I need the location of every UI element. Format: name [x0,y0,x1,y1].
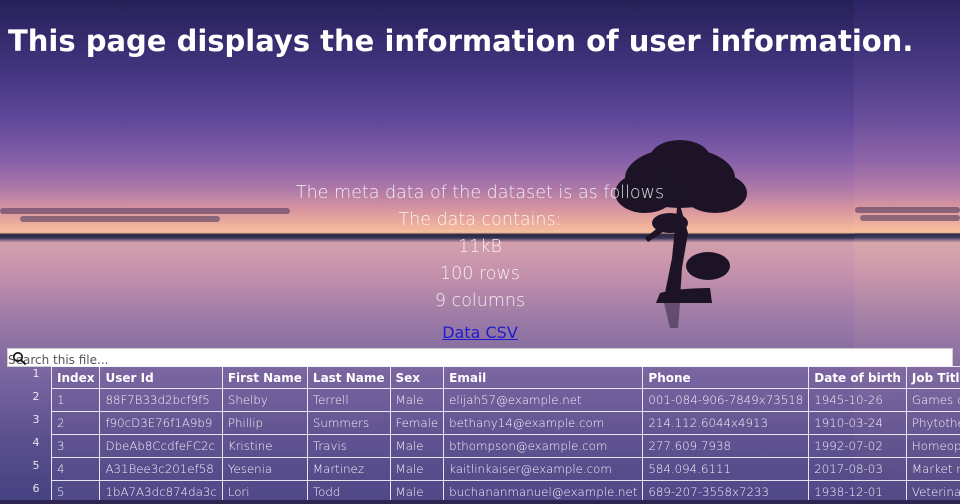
cell-user-id: 88F7B33d2bcf9f5 [100,389,222,412]
meta-rows: 100 rows [0,261,960,288]
cell-job-title: Market researcher [906,458,960,481]
cell-user-id: DbeAb8CcdfeFC2c [100,435,222,458]
cell-job-title: Veterinary surgeon [906,481,960,501]
cell-email: buchananmanuel@example.net [444,481,643,501]
column-header[interactable]: Date of birth [809,367,907,389]
cell-last-name: Terrell [307,389,390,412]
column-header[interactable]: Last Name [307,367,390,389]
cell-sex: Male [390,481,444,501]
cell-first-name: Yesenia [222,458,307,481]
cell-last-name: Travis [307,435,390,458]
cell-last-name: Summers [307,412,390,435]
cell-index: 4 [52,458,100,481]
table-row: 2 f90cD3E76f1A9b9 Phillip Summers Female… [52,412,960,435]
cell-dob: 1945-10-26 [809,389,907,412]
cell-user-id: 1bA7A3dc874da3c [100,481,222,501]
table-row: 4 A31Bee3c201ef58 Yesenia Martinez Male … [52,458,960,481]
meta-line: The data contains: [0,207,960,234]
cell-first-name: Lori [222,481,307,501]
cell-index: 3 [52,435,100,458]
row-number: 5 [26,458,46,481]
csv-link-container: Data CSV [0,323,960,342]
row-number: 1 [26,366,46,389]
cell-dob: 1910-03-24 [809,412,907,435]
column-header[interactable]: Job Title [906,367,960,389]
cell-dob: 1938-12-01 [809,481,907,501]
cell-phone: 001-084-906-7849x73518 [643,389,809,412]
cell-first-name: Kristine [222,435,307,458]
cell-job-title: Phytotherapist [906,412,960,435]
cell-index: 1 [52,389,100,412]
cell-sex: Male [390,435,444,458]
page-title: This page displays the information of us… [8,24,913,58]
cell-last-name: Martinez [307,458,390,481]
table-header-row: Index User Id First Name Last Name Sex E… [52,367,960,389]
table-row: 1 88F7B33d2bcf9f5 Shelby Terrell Male el… [52,389,960,412]
cell-phone: 214.112.6044x4913 [643,412,809,435]
cell-email: kaitlinkaiser@example.com [444,458,643,481]
row-number-gutter: 1 2 3 4 5 6 [26,366,46,504]
cell-phone: 584.094.6111 [643,458,809,481]
data-csv-link[interactable]: Data CSV [442,323,518,342]
column-header[interactable]: Email [444,367,643,389]
table-row: 3 DbeAb8CcdfeFC2c Kristine Travis Male b… [52,435,960,458]
search-box[interactable] [7,348,953,367]
column-header[interactable]: Index [52,367,100,389]
cell-job-title: Games developer [906,389,960,412]
cell-email: bethany14@example.com [444,412,643,435]
cell-sex: Female [390,412,444,435]
cell-job-title: Homeopath [906,435,960,458]
row-number: 6 [26,481,46,504]
cell-index: 5 [52,481,100,501]
cell-dob: 1992-07-02 [809,435,907,458]
cell-last-name: Todd [307,481,390,501]
row-number: 3 [26,412,46,435]
cell-phone: 689-207-3558x7233 [643,481,809,501]
column-header[interactable]: Sex [390,367,444,389]
cell-phone: 277.609.7938 [643,435,809,458]
column-header[interactable]: Phone [643,367,809,389]
cell-user-id: A31Bee3c201ef58 [100,458,222,481]
cell-sex: Male [390,458,444,481]
meta-line: The meta data of the dataset is as follo… [0,180,960,207]
cell-email: bthompson@example.com [444,435,643,458]
row-number: 4 [26,435,46,458]
table-row: 5 1bA7A3dc874da3c Lori Todd Male buchana… [52,481,960,501]
cell-first-name: Phillip [222,412,307,435]
data-table: Index User Id First Name Last Name Sex E… [51,366,960,500]
meta-columns: 9 columns [0,288,960,315]
cell-user-id: f90cD3E76f1A9b9 [100,412,222,435]
cell-first-name: Shelby [222,389,307,412]
column-header[interactable]: User Id [100,367,222,389]
cell-index: 2 [52,412,100,435]
column-header[interactable]: First Name [222,367,307,389]
meta-size: 11kB [0,234,960,261]
cell-email: elijah57@example.net [444,389,643,412]
row-number: 2 [26,389,46,412]
cell-dob: 2017-08-03 [809,458,907,481]
magnifier-icon [12,351,26,365]
dataset-meta: The meta data of the dataset is as follo… [0,180,960,315]
cell-sex: Male [390,389,444,412]
